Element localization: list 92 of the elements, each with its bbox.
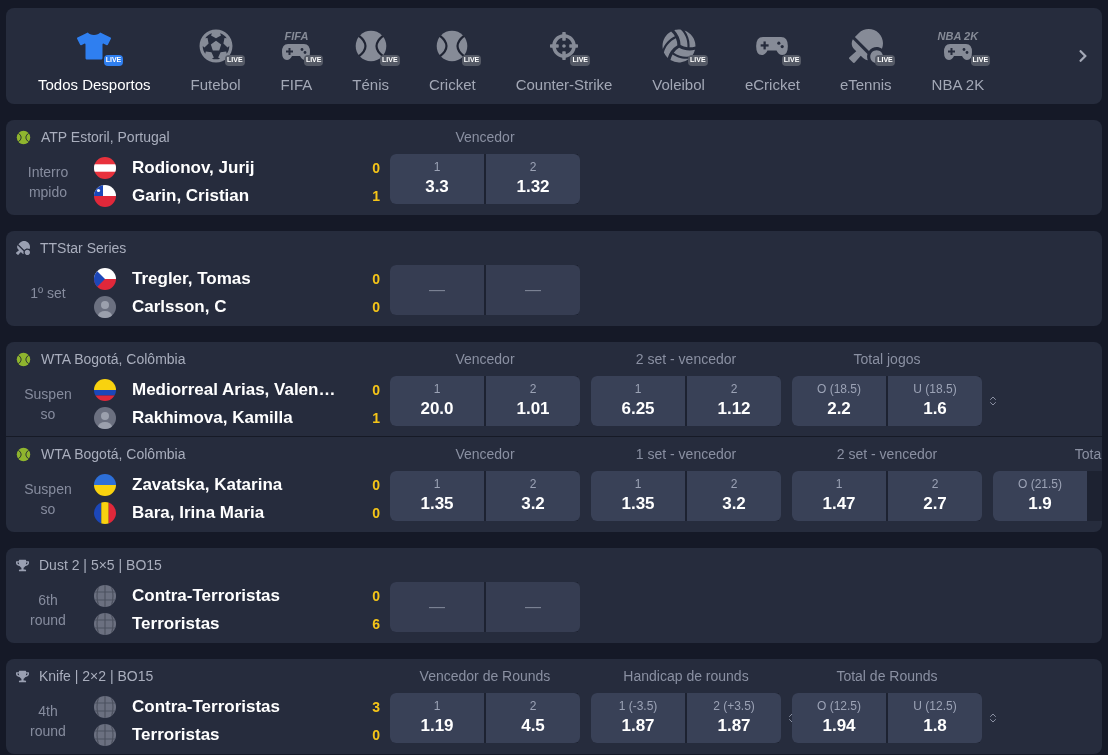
odds-button[interactable]: U (12.5) 1.8 [888, 693, 982, 743]
logo-text: FIFA [284, 29, 309, 42]
colombia-flag [94, 379, 116, 401]
team-name: Terroristas [132, 724, 220, 747]
globe-icon [94, 613, 116, 635]
trophy-icon [16, 669, 29, 683]
market-title: 1 set - vencedor [635, 444, 737, 464]
odds-button[interactable]: 1 20.0 [390, 376, 484, 426]
market-title: Total jogos [853, 349, 921, 369]
match-status: 4th round [29, 702, 67, 741]
league-name: WTA Bogotá, Colômbia [41, 349, 186, 369]
team-name: Rakhimova, Kamilla [132, 407, 293, 430]
league-name: Dust 2 | 5×5 | BO15 [39, 555, 162, 575]
team-score: 0 [372, 297, 380, 317]
expand-toggle-icon[interactable] [987, 394, 999, 408]
chile-flag [94, 185, 116, 207]
market-title: Vencedor [455, 444, 515, 464]
player-avatar-icon [94, 407, 116, 429]
odds-button[interactable]: 1 1.35 [591, 471, 685, 521]
table-tennis-icon [16, 241, 30, 255]
odds-button[interactable]: 1 3.3 [390, 154, 484, 204]
team-name: Terroristas [132, 613, 220, 636]
odds-button[interactable]: 2 3.2 [486, 471, 580, 521]
austria-flag [94, 157, 116, 179]
match-status: Suspenso [23, 480, 73, 519]
tennis-ball-icon [16, 351, 31, 367]
league-name: Knife | 2×2 | BO15 [39, 666, 154, 686]
odds-button[interactable]: 2 1.12 [687, 376, 781, 426]
expand-toggle-icon[interactable] [987, 711, 999, 725]
market-title: Total de Rounds [836, 666, 938, 686]
odds-button[interactable]: 1 (-3.5) 1.87 [591, 693, 685, 743]
team-score: 0 [372, 158, 380, 178]
gamepad-icon [942, 41, 973, 62]
team-name: Garin, Cristian [132, 185, 250, 208]
team-name: Bara, Irina Maria [132, 502, 265, 525]
tennis-ball-icon [16, 446, 31, 462]
team-score: 0 [372, 269, 380, 289]
odds-button[interactable]: 2 2.7 [888, 471, 982, 521]
team-name: Carlsson, C [132, 296, 227, 319]
league-name: TTStar Series [40, 238, 127, 258]
odds-button[interactable]: 2 (+3.5) 1.87 [687, 693, 781, 743]
team-name: Contra-Terroristas [132, 585, 280, 608]
team-score: 0 [372, 586, 380, 606]
odds-button[interactable]: 2 3.2 [687, 471, 781, 521]
match-status: Suspenso [23, 385, 73, 424]
market-title: 2 set - vencedor [635, 349, 737, 369]
odds-button[interactable]: 1 1.47 [792, 471, 886, 521]
romania-flag [94, 502, 116, 524]
odds-button[interactable]: 1 1.19 [390, 693, 484, 743]
odds-button[interactable]: 2 4.5 [486, 693, 580, 743]
odds-button[interactable]: 2 1.01 [486, 376, 580, 426]
market-title: Handicap de rounds [623, 666, 749, 686]
team-score: 0 [372, 380, 380, 400]
market-title: Vencedor [455, 127, 515, 147]
next-arrow-icon[interactable] [1078, 49, 1088, 63]
logo-text: NBA 2K [937, 29, 979, 42]
match-status: 1º set [29, 284, 67, 303]
team-score: 6 [372, 614, 380, 634]
odds-button[interactable]: 2 1.32 [486, 154, 580, 204]
team-score: 0 [372, 725, 380, 745]
odds-button[interactable]: O (18.5) 2.2 [792, 376, 886, 426]
market-title: 2 set - vencedor [836, 444, 938, 464]
team-score: 0 [372, 503, 380, 523]
team-score: 0 [372, 475, 380, 495]
league-name: WTA Bogotá, Colômbia [41, 444, 186, 464]
team-name: Tregler, Tomas [132, 268, 251, 291]
odds-button[interactable]: 1 1.35 [390, 471, 484, 521]
market-title: Vencedor [455, 349, 515, 369]
ukraine-flag [94, 474, 116, 496]
odds-button[interactable]: O (21.5) 1.9 [993, 471, 1087, 521]
player-avatar-icon [94, 296, 116, 318]
odds-button[interactable]: 1 6.25 [591, 376, 685, 426]
match-status: Interrompido [26, 163, 70, 202]
globe-icon [94, 724, 116, 746]
tennis-ball-icon [16, 129, 31, 145]
team-score: 3 [372, 697, 380, 717]
czech-flag [94, 268, 116, 290]
team-score: 1 [372, 186, 380, 206]
team-name: Mediorreal Arias, Valen… [132, 379, 336, 402]
odds-button[interactable]: U (18.5) 1.6 [888, 376, 982, 426]
trophy-icon [16, 558, 29, 572]
league-name: ATP Estoril, Portugal [41, 127, 170, 147]
market-title: Vencedor de Rounds [419, 666, 551, 686]
globe-icon [94, 585, 116, 607]
odds-button[interactable]: O (12.5) 1.94 [792, 693, 886, 743]
team-name: Zavatska, Katarina [132, 474, 283, 497]
team-name: Contra-Terroristas [132, 696, 280, 719]
match-status: 6th round [29, 591, 67, 630]
market-title: Tota [1074, 444, 1102, 464]
team-score: 1 [372, 408, 380, 428]
team-name: Rodionov, Jurij [132, 157, 255, 180]
globe-icon [94, 696, 116, 718]
